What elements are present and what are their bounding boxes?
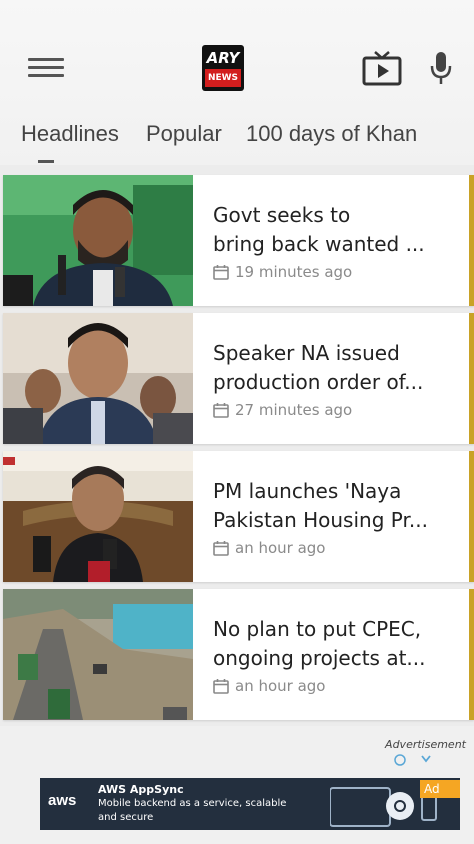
card-accent-bar [469,313,474,444]
tab-popular[interactable]: Popular [146,116,222,152]
news-card[interactable]: PM launches 'Naya Pakistan Housing Pr...… [3,451,474,582]
news-time-text: an hour ago [235,677,326,695]
tv-icon [362,51,402,86]
news-headline: No plan to put CPEC, ongoing projects at… [213,617,426,670]
tab-headlines[interactable]: Headlines [21,116,119,152]
news-headline: Speaker NA issued production order of... [213,341,424,394]
news-time-text: 27 minutes ago [235,401,353,419]
news-time: 19 minutes ago [213,262,352,282]
news-headline: Govt seeks to bring back wanted ... [213,203,425,256]
news-time-text: an hour ago [235,539,326,557]
calendar-icon [213,403,229,418]
calendar-icon [213,265,229,280]
app-bar: ARY NEWS Headlines Popular 100 days of K… [0,0,474,165]
news-card[interactable]: Govt seeks to bring back wanted ... 19 m… [3,175,474,306]
news-time: an hour ago [213,538,325,558]
news-time: an hour ago [213,676,325,696]
ad-banner[interactable]: aws AWS AppSync Mobile backend as a serv… [40,778,460,830]
category-tabs: Headlines Popular 100 days of Khan [0,116,474,156]
news-thumbnail [3,313,193,444]
news-card[interactable]: No plan to put CPEC, ongoing projects at… [3,589,474,720]
logo-bottom-text: NEWS [205,69,241,87]
news-time: 27 minutes ago [213,400,352,420]
calendar-icon [213,679,229,694]
adchoices-button[interactable] [394,752,434,768]
news-thumbnail [3,175,193,306]
logo-top-text: ARY [205,48,241,68]
ad-label: Advertisement [385,738,466,751]
card-accent-bar [469,451,474,582]
card-accent-bar [469,175,474,306]
microphone-icon [430,52,452,84]
adchoices-icon [394,754,431,766]
ad-title: AWS AppSync [98,783,184,796]
ad-brand-logo: aws [48,792,77,809]
menu-icon [28,58,64,77]
news-headline: PM launches 'Naya Pakistan Housing Pr... [213,479,428,532]
news-time-text: 19 minutes ago [235,263,353,281]
news-card[interactable]: Speaker NA issued production order of...… [3,313,474,444]
ad-badge: Ad [420,780,460,798]
menu-button[interactable] [28,55,64,83]
news-thumbnail [3,451,193,582]
card-accent-bar [469,589,474,720]
ad-text: Mobile backend as a service, scalable an… [98,798,287,823]
app-logo[interactable]: ARY NEWS [202,45,244,91]
voice-search-button[interactable] [428,50,454,86]
active-tab-indicator [38,160,54,163]
calendar-icon [213,541,229,556]
news-thumbnail [3,589,193,720]
tab-100-days-of-khan[interactable]: 100 days of Khan [246,116,417,152]
live-tv-button[interactable] [362,50,402,86]
